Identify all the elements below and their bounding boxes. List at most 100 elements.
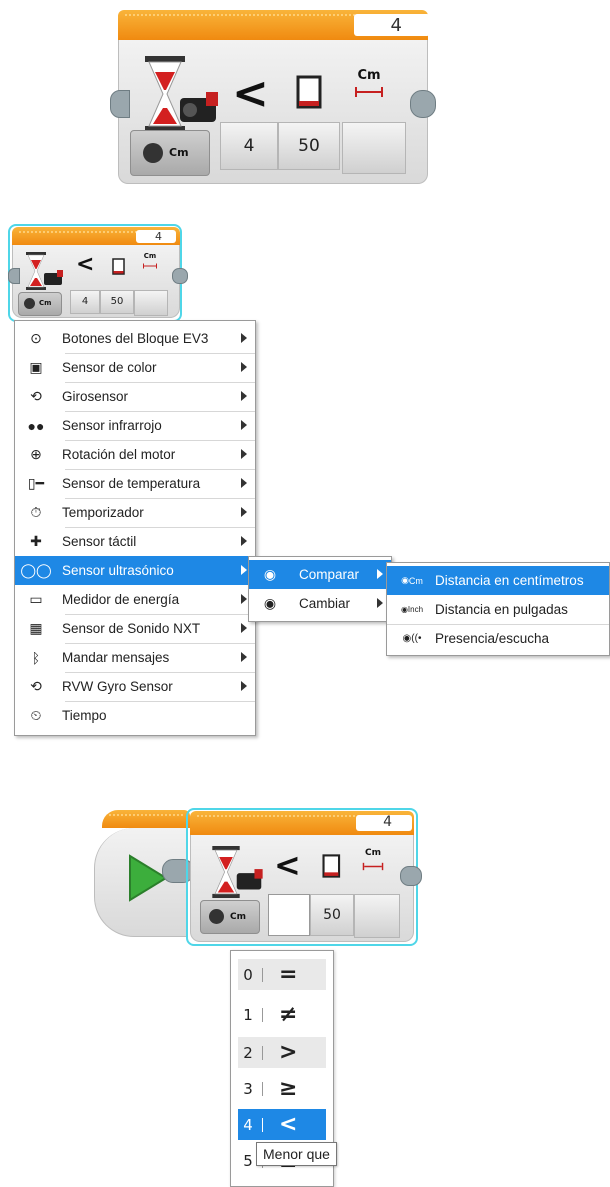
submenu-arrow-icon	[241, 362, 247, 372]
block-header: 4	[190, 811, 414, 835]
block-header: 4	[12, 227, 180, 245]
gyro-sensor-icon: ⟲	[30, 388, 42, 404]
submenu-arrow-icon	[377, 598, 383, 608]
sequence-input-plug[interactable]	[8, 268, 20, 284]
unit-label: Cm	[143, 252, 157, 260]
submenu-arrow-icon	[241, 536, 247, 546]
change-mode-icon: ◉	[263, 595, 277, 611]
port-selector[interactable]: 4	[356, 814, 412, 831]
presence-listen-icon: ◉ ((•	[402, 633, 422, 644]
mode-selector-button[interactable]: Cm	[18, 292, 62, 316]
infrared-sensor-icon: ●●	[27, 417, 45, 434]
submenu-item-change[interactable]: ◉ Cambiar	[249, 589, 391, 618]
submenu-item-presence[interactable]: ◉ ((• Presencia/escucha	[387, 624, 609, 653]
block-header: 4	[118, 10, 430, 40]
submenu-arrow-icon	[241, 594, 247, 604]
port-selector[interactable]: 4	[354, 14, 430, 36]
bluetooth-icon: ᛒ	[31, 649, 41, 666]
menu-item-motor-rotation[interactable]: ⊕ Rotación del motor	[15, 440, 255, 469]
color-sensor-icon: ▣	[29, 359, 43, 375]
play-start-icon[interactable]	[128, 854, 168, 902]
stopwatch-icon: ⏲	[30, 707, 42, 723]
ultrasonic-sensor-icon: ◯◯	[20, 562, 52, 578]
threshold-input[interactable]: 50	[100, 290, 134, 314]
submenu-arrow-icon	[241, 420, 247, 430]
compare-operator-symbol: <	[274, 846, 301, 884]
menu-item-color-sensor[interactable]: ▣ Sensor de color	[15, 353, 255, 382]
distance-arrow-icon	[143, 263, 157, 269]
menu-item-timer[interactable]: ⏱ Temporizador	[15, 498, 255, 527]
port-selector[interactable]: 4	[136, 230, 176, 243]
distance-arrow-icon	[355, 87, 383, 97]
compare-type-input[interactable]	[268, 894, 310, 936]
port-input[interactable]: 4	[220, 122, 278, 170]
sequence-output-plug[interactable]	[400, 866, 422, 886]
sequence-output-plug[interactable]	[172, 268, 188, 284]
submenu-arrow-icon	[241, 478, 247, 488]
threshold-input[interactable]: 50	[310, 894, 354, 936]
ultrasonic-sensor-icon	[236, 869, 263, 890]
timer-icon: ⏱	[30, 504, 42, 520]
distance-inch-icon: ◉ Inch	[400, 605, 424, 614]
compare-operator-symbol: <	[76, 252, 95, 277]
threshold-icon	[322, 854, 341, 878]
ultrasonic-mode-icon	[143, 143, 163, 163]
submenu-arrow-icon	[241, 623, 247, 633]
compare-option-less[interactable]: 4 <	[238, 1109, 326, 1140]
measure-submenu: ◉ Cm Distancia en centímetros ◉ Inch Dista…	[386, 562, 610, 656]
compare-operator-symbol: <	[232, 68, 269, 119]
nxt-sound-sensor-icon: ▦	[29, 620, 43, 636]
compare-option-equal[interactable]: 0 =	[238, 959, 326, 990]
output-plug-slot[interactable]	[342, 122, 406, 174]
output-plug-slot[interactable]	[134, 290, 168, 316]
menu-item-ultrasonic-sensor[interactable]: ◯◯ Sensor ultrasónico	[15, 556, 255, 585]
wait-block-large[interactable]: 4 < Cm Cm 4 50	[108, 10, 436, 185]
energy-meter-icon: ▭	[29, 591, 43, 607]
menu-item-touch-sensor[interactable]: ✚ Sensor táctil	[15, 527, 255, 556]
wait-block-bottom[interactable]: 4 < Cm Cm 50	[186, 808, 432, 948]
ultrasonic-sensor-icon	[180, 92, 218, 122]
compare-tooltip: Menor que	[256, 1142, 337, 1166]
distance-arrow-icon	[362, 862, 384, 871]
menu-item-time[interactable]: ⏲ Tiempo	[15, 701, 255, 730]
submenu-item-distance-cm[interactable]: ◉ Cm Distancia en centímetros	[387, 566, 609, 595]
sensor-context-menu: ⊙ Botones del Bloque EV3 ▣ Sensor de color…	[14, 320, 256, 736]
temperature-sensor-icon: ▯━	[27, 475, 45, 491]
menu-item-energy-meter[interactable]: ▭ Medidor de energía	[15, 585, 255, 614]
mode-selector-button[interactable]: Cm	[130, 130, 210, 176]
compare-mode-icon: ◉	[263, 566, 277, 582]
menu-item-gyro-sensor[interactable]: ⟲ Girosensor	[15, 382, 255, 411]
ultrasonic-sensor-icon	[44, 270, 63, 285]
rvw-gyro-icon: ⟲	[30, 678, 42, 694]
submenu-arrow-icon	[241, 565, 247, 575]
menu-item-brick-buttons[interactable]: ⊙ Botones del Bloque EV3	[15, 324, 255, 353]
compare-option-not-equal[interactable]: 1 ≠	[238, 999, 326, 1030]
distance-cm-icon: ◉ Cm	[401, 575, 423, 586]
brick-buttons-icon: ⊙	[30, 330, 42, 346]
menu-item-temperature-sensor[interactable]: ▯━ Sensor de temperatura	[15, 469, 255, 498]
mode-selector-button[interactable]: Cm	[200, 900, 260, 934]
submenu-arrow-icon	[241, 449, 247, 459]
menu-item-rvw-gyro[interactable]: ⟲ RVW Gyro Sensor	[15, 672, 255, 701]
mode-unit-label: Cm	[230, 912, 246, 922]
compare-option-greater[interactable]: 2 >	[238, 1037, 326, 1068]
submenu-arrow-icon	[241, 507, 247, 517]
submenu-item-compare[interactable]: ◉ Comparar	[249, 560, 391, 589]
menu-item-nxt-sound-sensor[interactable]: ▦ Sensor de Sonido NXT	[15, 614, 255, 643]
menu-item-infrared-sensor[interactable]: ●● Sensor infrarrojo	[15, 411, 255, 440]
port-input[interactable]: 4	[70, 290, 100, 314]
ultrasonic-mode-icon	[24, 298, 35, 309]
threshold-icon	[112, 258, 125, 275]
sequence-output-plug[interactable]	[410, 90, 436, 118]
submenu-arrow-icon	[241, 681, 247, 691]
compare-option-greater-equal[interactable]: 3 ≥	[238, 1073, 326, 1104]
menu-item-send-messages[interactable]: ᛒ Mandar mensajes	[15, 643, 255, 672]
sequence-input-plug[interactable]	[110, 90, 130, 118]
touch-sensor-icon: ✚	[30, 533, 42, 549]
threshold-input[interactable]: 50	[278, 122, 340, 170]
output-plug-slot[interactable]	[354, 894, 400, 938]
wait-block-small[interactable]: 4 < Cm Cm 4 50	[6, 224, 192, 322]
unit-label: Cm	[365, 848, 381, 858]
unit-label: Cm	[357, 68, 381, 83]
submenu-item-distance-inch[interactable]: ◉ Inch Distancia en pulgadas	[387, 595, 609, 624]
